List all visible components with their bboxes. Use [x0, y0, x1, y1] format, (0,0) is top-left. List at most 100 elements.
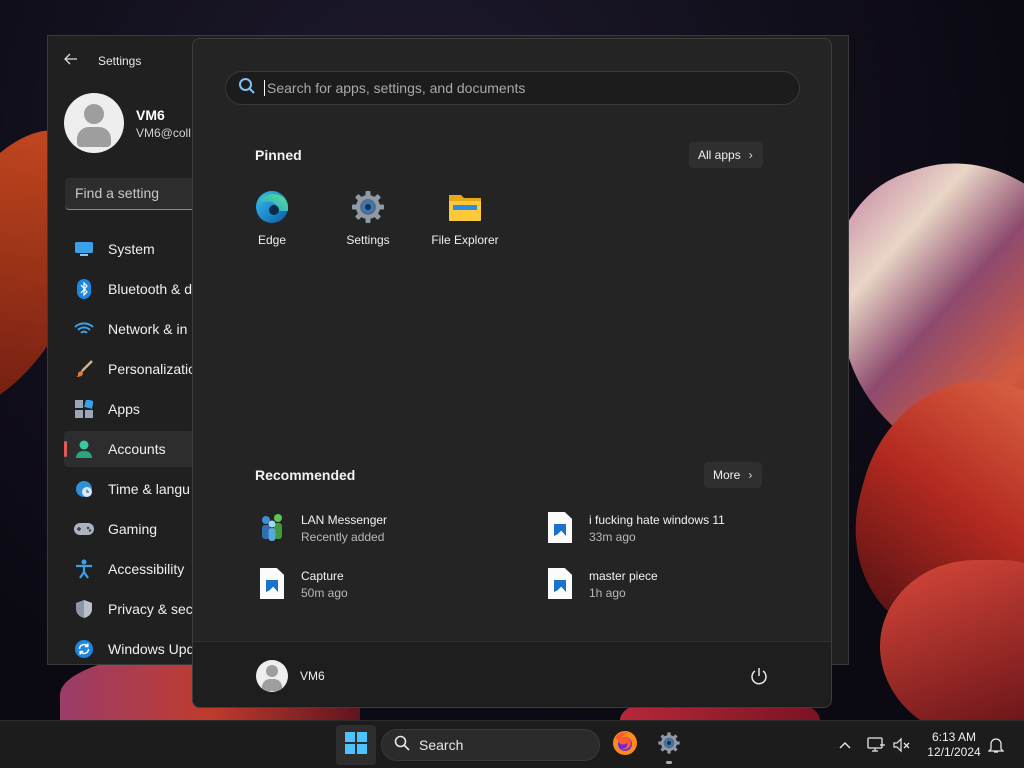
chevron-up-icon[interactable]	[835, 735, 855, 755]
find-setting-input[interactable]: Find a setting	[65, 178, 205, 210]
settings-nav: System Bluetooth & d Network & in Person…	[64, 231, 194, 671]
taskbar-search-label: Search	[419, 737, 464, 753]
nav-item-privacy-security[interactable]: Privacy & secu	[64, 591, 194, 627]
apps-icon	[74, 399, 94, 419]
more-button[interactable]: More ›	[704, 462, 763, 488]
app-label: File Explorer	[431, 233, 499, 247]
bluetooth-icon	[74, 279, 94, 299]
globe-clock-icon	[74, 479, 94, 499]
nav-label: Time & langu	[108, 481, 190, 497]
monitor-icon	[74, 239, 94, 259]
pinned-app-edge[interactable]: Edge	[224, 189, 320, 247]
app-label: Settings	[346, 233, 390, 247]
network-icon[interactable]	[866, 735, 886, 755]
more-label: More	[713, 468, 741, 482]
footer-user-name: VM6	[300, 669, 325, 683]
clock-time: 6:13 AM	[931, 730, 977, 744]
nav-label: Privacy & secu	[108, 601, 194, 617]
windows-start-icon	[345, 731, 367, 759]
nav-label: Windows Upd	[108, 641, 194, 657]
all-apps-label: All apps	[698, 148, 741, 162]
taskbar-app-firefox[interactable]	[605, 725, 645, 765]
recommended-name: Capture	[301, 568, 344, 583]
nav-label: Network & in	[108, 321, 188, 337]
nav-label: System	[108, 241, 155, 257]
nav-item-system[interactable]: System	[64, 231, 194, 267]
all-apps-button[interactable]: All apps ›	[689, 142, 763, 168]
start-menu: Search for apps, settings, and documents…	[192, 38, 832, 708]
nav-item-personalization[interactable]: Personalizatio	[64, 351, 194, 387]
recommended-name: LAN Messenger	[301, 512, 388, 527]
nav-item-accounts[interactable]: Accounts	[64, 431, 194, 467]
nav-label: Apps	[108, 401, 140, 417]
search-placeholder: Search for apps, settings, and documents	[267, 80, 526, 96]
pinned-app-settings[interactable]: Settings	[320, 189, 416, 247]
nav-item-windows-update[interactable]: Windows Upd	[64, 631, 194, 667]
profile-name: VM6	[136, 106, 165, 123]
clock-date: 12/1/2024	[927, 745, 981, 759]
power-icon[interactable]	[749, 666, 769, 686]
nav-item-bluetooth[interactable]: Bluetooth & d	[64, 271, 194, 307]
pinned-app-file-explorer[interactable]: File Explorer	[417, 189, 513, 247]
nav-item-accessibility[interactable]: Accessibility	[64, 551, 194, 587]
edge-icon	[254, 189, 290, 225]
volume-muted-icon[interactable]	[892, 735, 912, 755]
image-file-icon	[545, 568, 575, 600]
lan-messenger-icon	[257, 512, 287, 544]
recommended-time: Recently added	[301, 529, 385, 544]
taskbar-app-settings[interactable]	[649, 725, 689, 765]
user-profile[interactable]: VM6 VM6@coll	[64, 93, 191, 153]
brush-icon	[74, 359, 94, 379]
recommended-title: Recommended	[255, 467, 356, 483]
settings-gear-icon	[657, 731, 681, 760]
recommended-time: 50m ago	[301, 585, 348, 600]
text-caret	[264, 80, 265, 96]
recommended-name: master piece	[589, 568, 658, 583]
profile-email: VM6@coll	[136, 125, 191, 140]
taskbar-search[interactable]: Search	[381, 729, 600, 761]
recommended-name: i fucking hate windows 11	[589, 512, 725, 527]
settings-gear-icon	[350, 189, 386, 225]
settings-title: Settings	[98, 54, 142, 68]
accessibility-icon	[74, 559, 94, 579]
taskbar: Search 6:13 AM 12/1/2024	[0, 720, 1024, 768]
image-file-icon	[257, 568, 287, 600]
chevron-right-icon: ›	[748, 468, 753, 482]
app-label: Edge	[257, 233, 287, 247]
nav-label: Accessibility	[108, 561, 185, 577]
recommended-item[interactable]: Capture 50m ago	[257, 568, 348, 600]
nav-label: Personalizatio	[108, 361, 194, 377]
nav-label: Bluetooth & d	[108, 281, 193, 297]
recommended-time: 1h ago	[589, 585, 626, 600]
nav-item-gaming[interactable]: Gaming	[64, 511, 194, 547]
avatar	[64, 93, 124, 153]
recommended-item[interactable]: master piece 1h ago	[545, 568, 658, 600]
nav-item-time-language[interactable]: Time & langu	[64, 471, 194, 507]
update-icon	[74, 639, 94, 659]
windows-start-button[interactable]	[336, 725, 376, 765]
nav-item-network[interactable]: Network & in	[64, 311, 194, 347]
search-icon	[238, 77, 256, 100]
taskbar-clock[interactable]: 6:13 AM 12/1/2024	[920, 730, 988, 760]
nav-item-apps[interactable]: Apps	[64, 391, 194, 427]
person-icon	[74, 439, 94, 459]
gamepad-icon	[74, 519, 94, 539]
running-indicator	[666, 761, 672, 764]
shield-icon	[74, 599, 94, 619]
recommended-item[interactable]: i fucking hate windows 11 33m ago	[545, 512, 725, 544]
firefox-icon	[612, 730, 638, 761]
nav-label: Gaming	[108, 521, 158, 537]
notification-bell-icon[interactable]	[986, 735, 1006, 755]
recommended-item[interactable]: LAN Messenger Recently added	[257, 512, 387, 544]
user-account-button[interactable]: VM6	[256, 660, 325, 692]
search-icon	[394, 735, 410, 756]
image-file-icon	[545, 512, 575, 544]
recommended-time: 33m ago	[589, 529, 636, 544]
start-search-input[interactable]: Search for apps, settings, and documents	[225, 71, 800, 105]
back-arrow-icon[interactable]	[64, 52, 80, 71]
start-footer: VM6	[193, 641, 831, 707]
folder-icon	[447, 189, 483, 225]
avatar	[256, 660, 288, 692]
pinned-title: Pinned	[255, 147, 302, 163]
nav-label: Accounts	[108, 441, 166, 457]
